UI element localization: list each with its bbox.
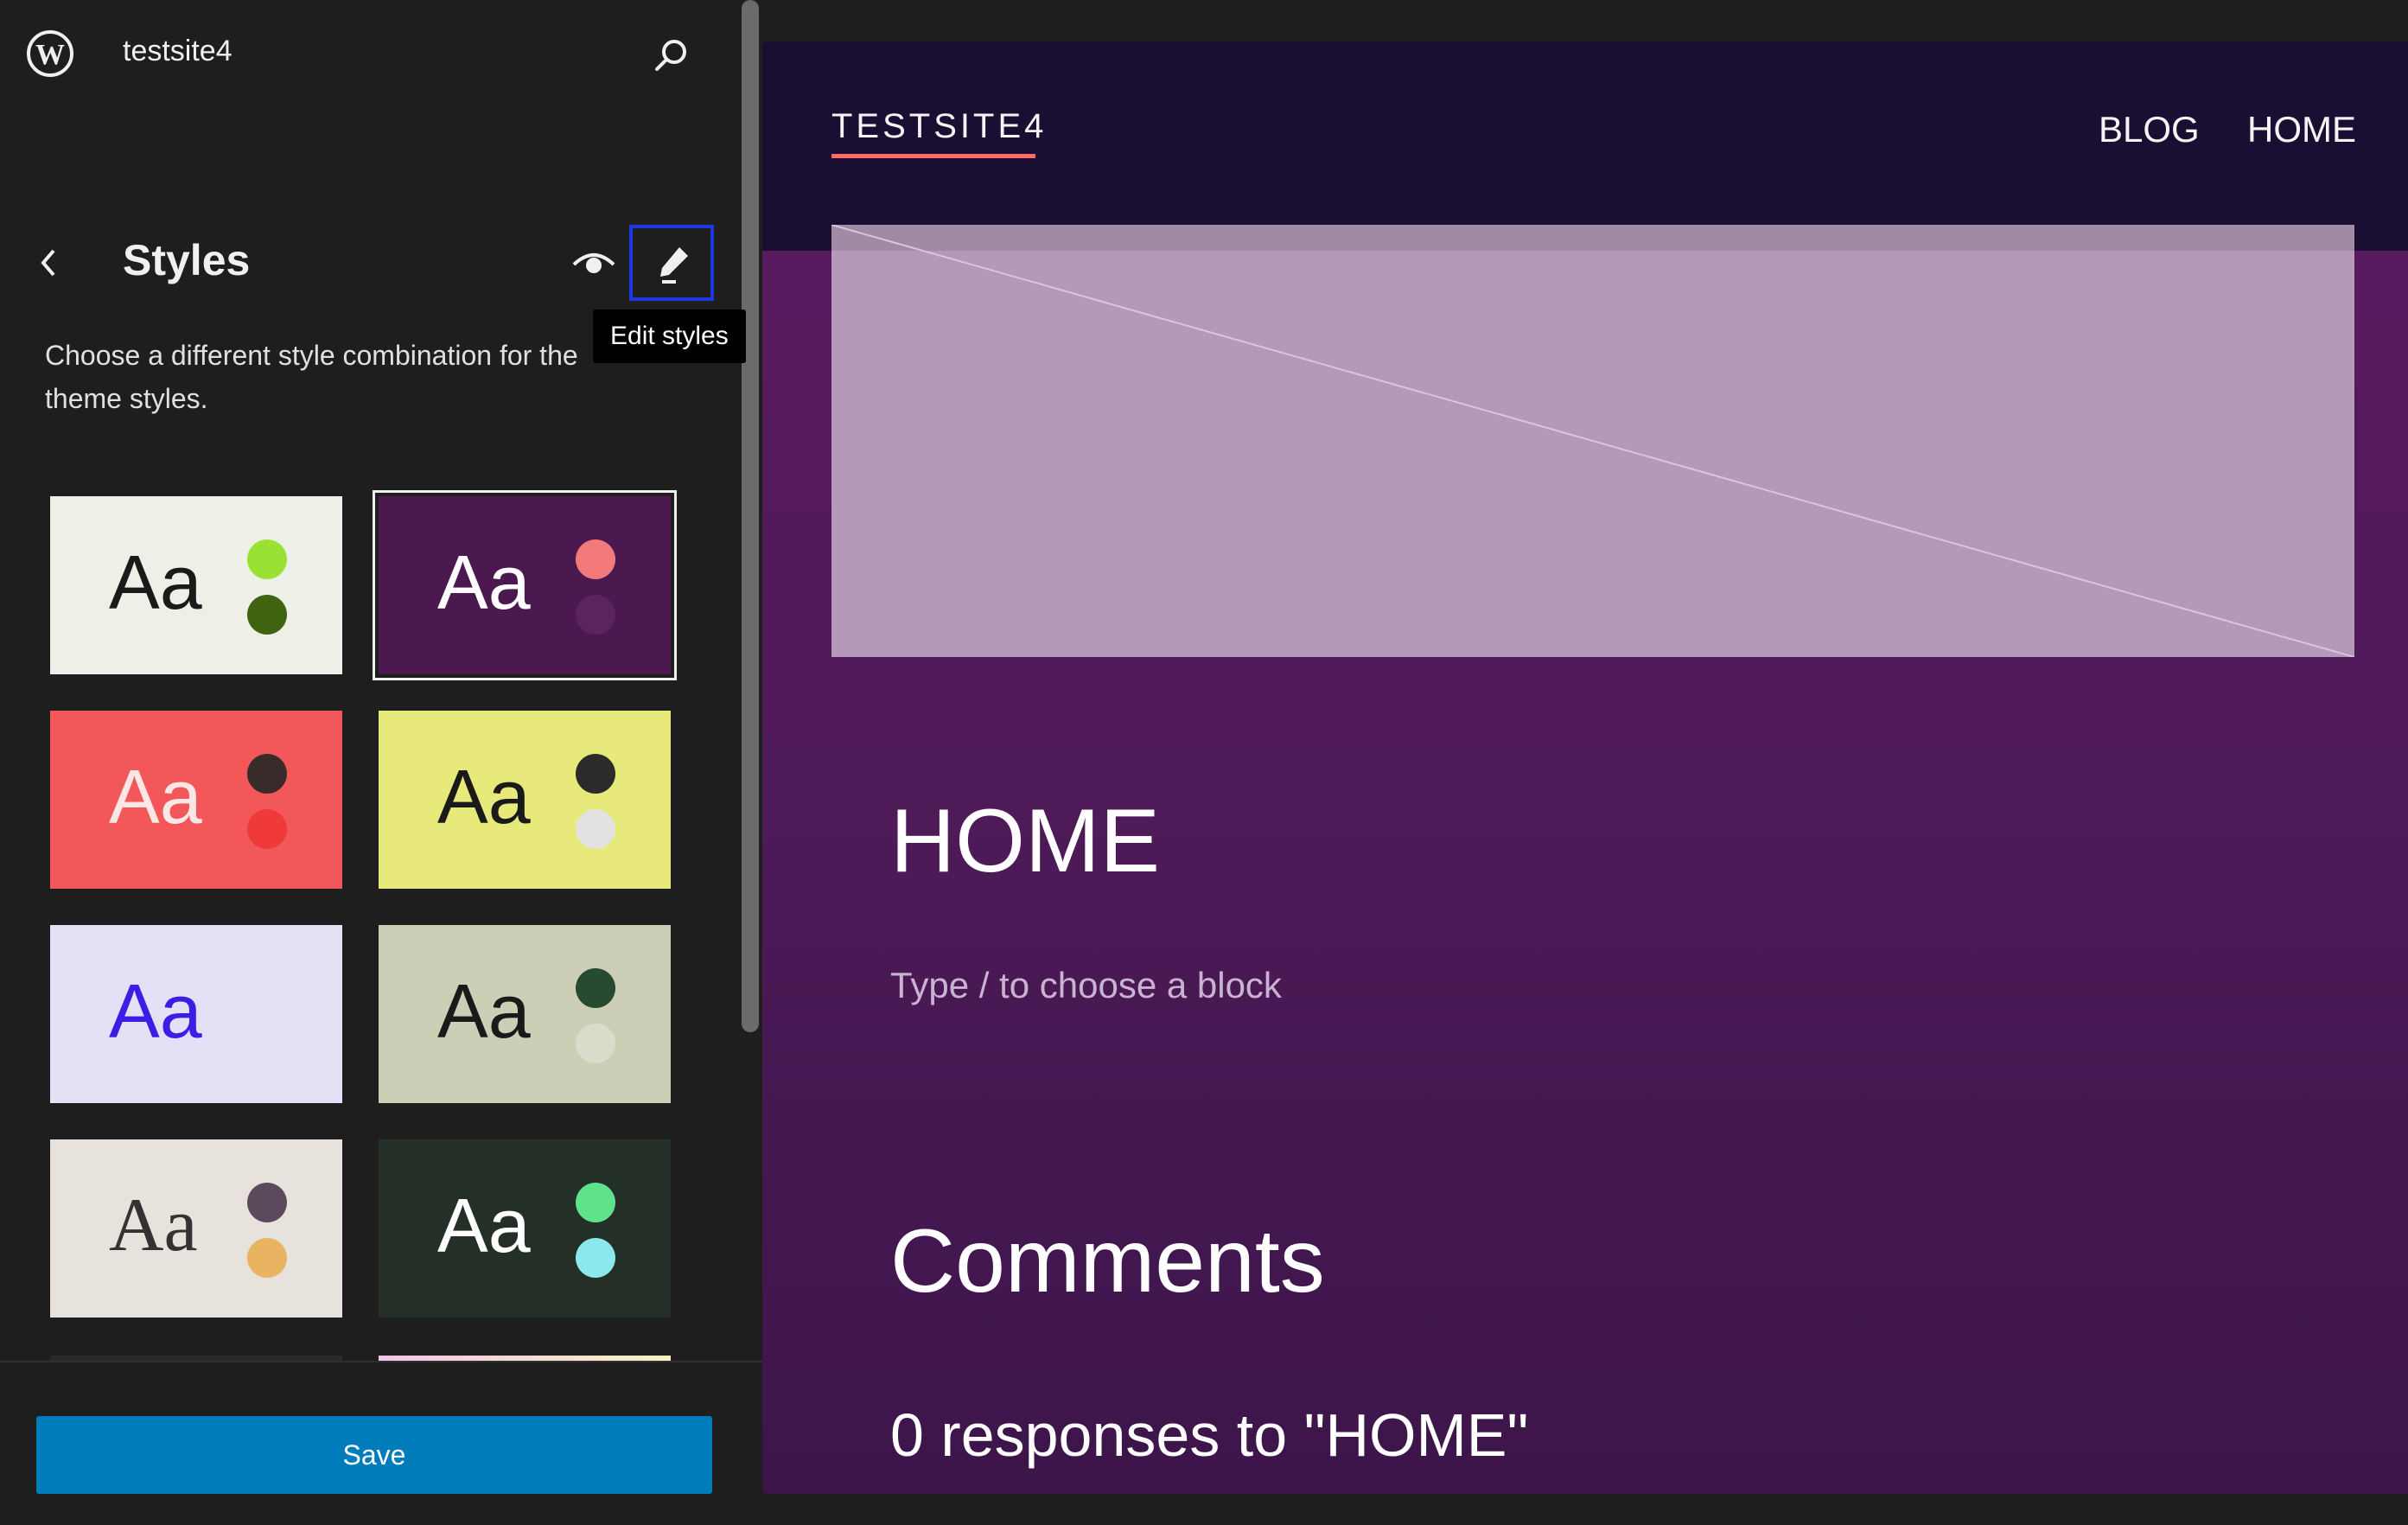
sidebar-scrollbar[interactable] — [742, 0, 759, 1032]
panel-description: Choose a different style combination for… — [45, 340, 578, 414]
variation-color-swatch — [247, 1238, 287, 1278]
variation-sample: Aa — [109, 754, 202, 839]
featured-image-placeholder — [831, 225, 2354, 657]
variation-color-swatch — [247, 595, 287, 635]
variation-color-swatch — [247, 1024, 287, 1063]
variation-color-swatch — [247, 539, 287, 579]
variation-color-swatch — [576, 968, 615, 1008]
variation-sample: Aa — [437, 754, 531, 839]
back-chevron-icon[interactable] — [31, 242, 66, 284]
pencil-icon — [660, 247, 688, 284]
save-button[interactable]: Save — [36, 1416, 712, 1494]
preview-site-title[interactable]: TESTSITE4 — [831, 107, 1047, 146]
variation-color-swatch — [247, 754, 287, 794]
site-name[interactable]: testsite4 — [123, 35, 233, 68]
style-variations-grid: Aa Aa Aa Aa Aa Aa Aa Aa — [0, 484, 743, 1361]
style-variation-card[interactable]: Aa — [50, 1139, 342, 1318]
style-variation-card[interactable]: Aa — [379, 925, 671, 1103]
page-title: HOME — [890, 791, 1160, 891]
panel-title: Styles — [123, 236, 251, 284]
style-variation-card[interactable]: Aa — [50, 496, 342, 674]
variation-color-swatch — [576, 809, 615, 849]
site-preview[interactable]: TESTSITE4 BLOG HOME HOME Type / to choos… — [762, 41, 2408, 1494]
variation-sample: Aa — [437, 1183, 531, 1268]
nav-link-home[interactable]: HOME — [2247, 109, 2356, 150]
block-placeholder[interactable]: Type / to choose a block — [890, 965, 1282, 1006]
variation-sample: Aa — [437, 968, 531, 1054]
variation-color-swatch — [576, 1238, 615, 1278]
variation-sample: Aa — [437, 539, 531, 625]
edit-styles-tooltip: Edit styles — [593, 309, 746, 363]
variation-color-swatch — [576, 595, 615, 635]
sidebar-footer-divider — [0, 1361, 762, 1362]
svg-text:W: W — [35, 39, 65, 71]
variation-sample: Aa — [109, 968, 202, 1054]
variation-sample: Aa — [109, 539, 202, 625]
variation-color-swatch — [247, 809, 287, 849]
comments-count: 0 responses to "HOME" — [890, 1401, 1529, 1469]
variation-sample: Aa — [109, 1184, 198, 1267]
eye-icon[interactable] — [570, 244, 617, 282]
variation-color-swatch — [247, 968, 287, 1008]
wordpress-logo-icon[interactable]: W — [26, 29, 74, 78]
style-variation-card[interactable]: Aa — [379, 1139, 671, 1318]
variation-color-swatch — [576, 754, 615, 794]
style-variation-card[interactable]: Aa — [50, 925, 342, 1103]
search-icon[interactable] — [648, 33, 693, 78]
site-editor-sidebar: W testsite4 Styles Edit styles Choose a … — [0, 0, 762, 1525]
nav-link-blog[interactable]: BLOG — [2099, 109, 2200, 150]
comments-heading: Comments — [890, 1211, 1325, 1311]
placeholder-diagonal — [831, 225, 2354, 657]
variation-color-swatch — [247, 1183, 287, 1222]
site-title-underline — [831, 154, 1035, 158]
style-variation-card[interactable]: Aa — [379, 711, 671, 889]
edit-styles-button[interactable] — [629, 225, 714, 301]
style-variation-card[interactable]: Aa — [50, 711, 342, 889]
variation-color-swatch — [576, 539, 615, 579]
style-variation-card[interactable]: Aa — [373, 490, 677, 680]
variation-color-swatch — [576, 1183, 615, 1222]
variation-color-swatch — [576, 1024, 615, 1063]
